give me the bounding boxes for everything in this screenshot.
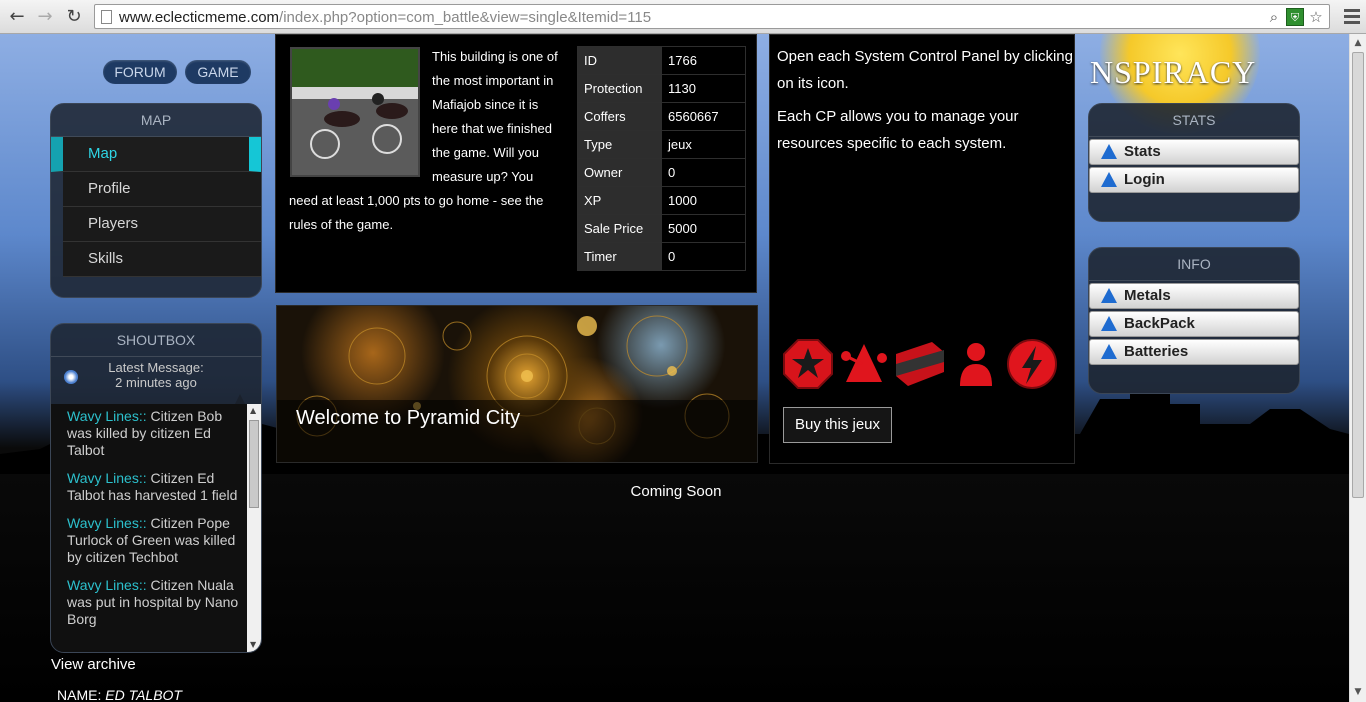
shoutbox-latest: Latest Message: 2 minutes ago xyxy=(51,360,261,402)
backpack-button[interactable]: BackPack xyxy=(1089,311,1299,337)
scroll-up-icon[interactable]: ▲ xyxy=(250,406,256,415)
table-row: Coffers 6560667 xyxy=(577,102,746,131)
scroll-thumb[interactable] xyxy=(249,420,259,508)
shout-message: Wavy Lines:: Citizen Ed Talbot has harve… xyxy=(67,470,238,503)
sidebar-item-map[interactable]: Map xyxy=(51,137,261,172)
table-row: XP 1000 xyxy=(577,186,746,215)
shoutbox-scrollbar[interactable]: ▲ ▼ xyxy=(247,404,261,652)
control-panel-box: Open each System Control Panel by clicki… xyxy=(769,34,1075,464)
info-panel: INFO Metals BackPack Batteries xyxy=(1088,247,1300,394)
shout-message: Wavy Lines:: Citizen Bob was killed by c… xyxy=(67,408,223,458)
page-scrollbar[interactable]: ▲ ▼ xyxy=(1349,34,1366,702)
table-row: Type jeux xyxy=(577,130,746,159)
latest-label: Latest Message: xyxy=(108,360,204,375)
extension-shield-icon[interactable]: ⛨ xyxy=(1286,8,1304,26)
metals-button[interactable]: Metals xyxy=(1089,283,1299,309)
table-row: Timer 0 xyxy=(577,242,746,271)
map-panel-title: MAP xyxy=(51,104,261,137)
game-nav-button[interactable]: GAME xyxy=(185,60,251,84)
banner-caption: Welcome to Pyramid City xyxy=(277,400,757,462)
forward-icon[interactable]: → xyxy=(34,6,56,28)
stats-button[interactable]: Stats xyxy=(1089,139,1299,165)
arrow-icon xyxy=(1101,316,1117,331)
sidebar-item-skills[interactable]: Skills xyxy=(63,242,261,277)
view-archive-link[interactable]: View archive xyxy=(51,656,136,673)
player-name: NAME: ED TALBOT xyxy=(57,687,182,702)
info-panel-title: INFO xyxy=(1089,248,1299,281)
person-cp-icon[interactable] xyxy=(950,338,1002,390)
map-panel: MAP Map Profile Players Skills xyxy=(50,103,262,298)
shoutbox-panel: SHOUTBOX Latest Message: 2 minutes ago W… xyxy=(50,323,262,653)
scroll-thumb[interactable] xyxy=(1352,52,1364,498)
browser-menu-icon[interactable] xyxy=(1344,6,1360,26)
scroll-down-icon[interactable]: ▼ xyxy=(250,640,256,649)
reload-icon[interactable]: ↻ xyxy=(63,6,85,28)
molecule-cp-icon[interactable] xyxy=(838,338,890,390)
buy-building-button[interactable]: Buy this jeux xyxy=(783,407,892,443)
url-text[interactable]: www.eclecticmeme.com/index.php?option=co… xyxy=(119,9,651,26)
star-octagon-cp-icon[interactable] xyxy=(782,338,834,390)
latest-time: 2 minutes ago xyxy=(115,375,197,390)
shout-list: Wavy Lines:: Citizen Bob was killed by c… xyxy=(51,404,249,652)
shout-message: Wavy Lines:: Citizen Pope Turlock of Gre… xyxy=(67,515,236,565)
sidebar-item-players[interactable]: Players xyxy=(63,207,261,242)
back-icon[interactable]: ← xyxy=(6,6,28,28)
shoutbox-title: SHOUTBOX xyxy=(51,324,261,357)
stats-panel: STATS Stats Login xyxy=(1088,103,1300,222)
arrow-icon xyxy=(1101,172,1117,187)
arrow-icon xyxy=(1101,144,1117,159)
address-bar[interactable]: www.eclecticmeme.com/index.php?option=co… xyxy=(94,4,1330,29)
building-stats-table: ID 1766 Protection 1130 Coffers 6560667 Typ… xyxy=(577,46,746,271)
control-panel-instructions: Open each System Control Panel by clicki… xyxy=(777,48,1073,152)
table-row: Protection 1130 xyxy=(577,74,746,103)
zoom-icon[interactable]: ⌕ xyxy=(1265,8,1283,26)
shout-message: Wavy Lines:: Citizen Nuala was put in ho… xyxy=(67,577,239,627)
arrow-icon xyxy=(1101,344,1117,359)
arrow-icon xyxy=(1101,288,1117,303)
shoutbox-status-icon xyxy=(64,370,78,384)
table-row: ID 1766 xyxy=(577,46,746,75)
page-viewport: FORUM GAME MAP Map Profile Players Skill… xyxy=(0,34,1349,702)
login-button[interactable]: Login xyxy=(1089,167,1299,193)
browser-toolbar: ← → ↻ www.eclecticmeme.com/index.php?opt… xyxy=(0,0,1366,34)
table-row: Owner 0 xyxy=(577,158,746,187)
table-row: Sale Price 5000 xyxy=(577,214,746,243)
batteries-button[interactable]: Batteries xyxy=(1089,339,1299,365)
scroll-down-icon[interactable]: ▼ xyxy=(1352,686,1364,698)
bookmark-star-icon[interactable]: ☆ xyxy=(1307,8,1325,26)
page-icon xyxy=(101,10,112,24)
battery-block-cp-icon[interactable] xyxy=(894,338,946,390)
site-brand: NSPIRACY xyxy=(1090,54,1257,90)
welcome-banner: Welcome to Pyramid City xyxy=(276,305,758,463)
lightning-cp-icon[interactable] xyxy=(1006,338,1058,390)
coming-soon-text: Coming Soon xyxy=(630,483,722,500)
sidebar-item-profile[interactable]: Profile xyxy=(63,172,261,207)
building-info-box: This building is one of the most importa… xyxy=(275,34,757,293)
stats-panel-title: STATS xyxy=(1089,104,1299,137)
scroll-up-icon[interactable]: ▲ xyxy=(1352,37,1364,49)
forum-nav-button[interactable]: FORUM xyxy=(103,60,177,84)
building-image xyxy=(290,47,420,177)
